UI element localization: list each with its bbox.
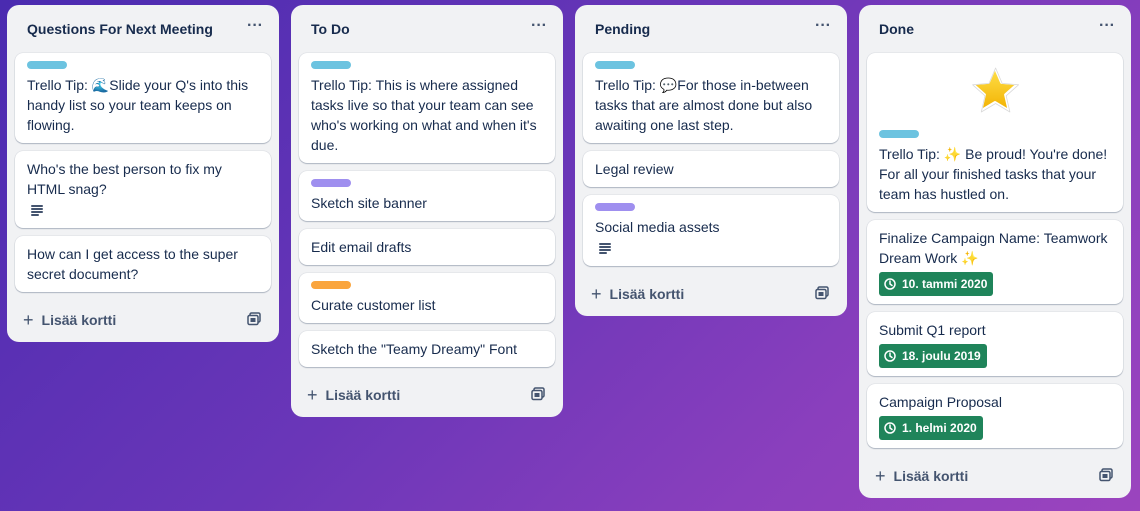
due-date-text: 18. joulu 2019	[902, 349, 981, 363]
card-cover	[879, 61, 1111, 124]
list-footer: + Lisää kortti	[867, 454, 1123, 498]
due-date-text: 1. helmi 2020	[902, 421, 977, 435]
add-card-label: Lisää kortti	[609, 286, 685, 302]
card[interactable]: Legal review	[583, 151, 839, 187]
list-title[interactable]: Done	[879, 21, 914, 37]
card-title: Trello Tip: 🌊Slide your Q's into this ha…	[27, 77, 249, 133]
add-card-label: Lisää kortti	[325, 387, 401, 403]
due-date-badge[interactable]: 10. tammi 2020	[879, 272, 994, 296]
card[interactable]: Campaign Proposal 1. helmi 2020	[867, 384, 1123, 448]
card[interactable]: Submit Q1 report 18. joulu 2019	[867, 312, 1123, 376]
plus-icon: +	[875, 466, 886, 486]
card-title: Sketch the "Teamy Dreamy" Font	[311, 341, 518, 357]
add-card-label: Lisää kortti	[893, 468, 969, 484]
list-questions-for-next-meeting: Questions For Next Meeting ··· Trello Ti…	[7, 5, 279, 342]
list-to-do: To Do ··· Trello Tip: This is where assi…	[291, 5, 563, 417]
clock-icon	[884, 350, 896, 362]
list-header[interactable]: Pending ···	[583, 5, 839, 53]
card[interactable]: Trello Tip: 💬For those in-between tasks …	[583, 53, 839, 143]
due-date-text: 10. tammi 2020	[902, 277, 988, 291]
card[interactable]: How can I get access to the super secret…	[15, 236, 271, 292]
list-header[interactable]: Questions For Next Meeting ···	[15, 5, 271, 53]
card-title: Sketch site banner	[311, 195, 427, 211]
card-title: Trello Tip: This is where assigned tasks…	[311, 77, 537, 153]
more-dots-icon[interactable]: ···	[247, 18, 263, 40]
card-title: Trello Tip: ✨ Be proud! You're done! For…	[879, 146, 1108, 202]
card-title: Curate customer list	[311, 297, 436, 313]
due-date-badge[interactable]: 1. helmi 2020	[879, 416, 983, 440]
card-label-purple[interactable]	[311, 179, 351, 187]
plus-icon: +	[591, 284, 602, 304]
card[interactable]: Finalize Campaign Name: Teamwork Dream W…	[867, 220, 1123, 304]
add-card-button[interactable]: + Lisää kortti	[875, 467, 968, 485]
card-title: How can I get access to the super secret…	[27, 246, 238, 282]
add-card-button[interactable]: + Lisää kortti	[307, 386, 400, 404]
clock-icon	[884, 422, 896, 434]
add-card-label: Lisää kortti	[41, 312, 117, 328]
plus-icon: +	[23, 310, 34, 330]
card-title: Trello Tip: 💬For those in-between tasks …	[595, 77, 813, 133]
list-footer: + Lisää kortti	[15, 298, 271, 342]
more-dots-icon[interactable]: ···	[815, 18, 831, 40]
card-label-purple[interactable]	[595, 203, 635, 211]
plus-icon: +	[307, 385, 318, 405]
card-title: Who's the best person to fix my HTML sna…	[27, 161, 222, 197]
card[interactable]: Sketch site banner	[299, 171, 555, 221]
card-title: Social media assets	[595, 219, 720, 235]
list-title[interactable]: To Do	[311, 21, 350, 37]
list-title[interactable]: Questions For Next Meeting	[27, 21, 213, 37]
card[interactable]: Edit email drafts	[299, 229, 555, 265]
card-template-icon[interactable]	[531, 387, 547, 403]
card-title: Finalize Campaign Name: Teamwork Dream W…	[879, 230, 1108, 266]
card-label-orange[interactable]	[311, 281, 351, 289]
card-title: Submit Q1 report	[879, 322, 986, 338]
card-label-blue[interactable]	[311, 61, 351, 69]
board: Questions For Next Meeting ··· Trello Ti…	[0, 0, 1140, 511]
list-done: Done ··· Trello Tip: ✨ Be proud! You're	[859, 5, 1131, 498]
more-dots-icon[interactable]: ···	[1099, 18, 1115, 40]
card-title: Campaign Proposal	[879, 394, 1002, 410]
add-card-button[interactable]: + Lisää kortti	[23, 311, 116, 329]
card[interactable]: Trello Tip: 🌊Slide your Q's into this ha…	[15, 53, 271, 143]
star-icon	[970, 65, 1020, 113]
card[interactable]: Social media assets	[583, 195, 839, 266]
add-card-button[interactable]: + Lisää kortti	[591, 285, 684, 303]
list-pending: Pending ··· Trello Tip: 💬For those in-be…	[575, 5, 847, 316]
card-title: Edit email drafts	[311, 239, 412, 255]
card-label-blue[interactable]	[879, 130, 919, 138]
card[interactable]: Sketch the "Teamy Dreamy" Font	[299, 331, 555, 367]
card-label-blue[interactable]	[27, 61, 67, 69]
card[interactable]: Curate customer list	[299, 273, 555, 323]
clock-icon	[884, 278, 896, 290]
due-date-badge[interactable]: 18. joulu 2019	[879, 344, 987, 368]
description-lines-icon	[31, 205, 43, 216]
more-dots-icon[interactable]: ···	[531, 18, 547, 40]
card-template-icon[interactable]	[247, 312, 263, 328]
list-title[interactable]: Pending	[595, 21, 650, 37]
card-template-icon[interactable]	[815, 286, 831, 302]
card-template-icon[interactable]	[1099, 468, 1115, 484]
card[interactable]: Trello Tip: ✨ Be proud! You're done! For…	[867, 53, 1123, 212]
card[interactable]: Trello Tip: This is where assigned tasks…	[299, 53, 555, 163]
list-footer: + Lisää kortti	[299, 373, 555, 417]
card[interactable]: Who's the best person to fix my HTML sna…	[15, 151, 271, 228]
description-lines-icon	[599, 243, 611, 254]
card-label-blue[interactable]	[595, 61, 635, 69]
list-footer: + Lisää kortti	[583, 272, 839, 316]
list-header[interactable]: To Do ···	[299, 5, 555, 53]
card-title: Legal review	[595, 161, 674, 177]
list-header[interactable]: Done ···	[867, 5, 1123, 53]
